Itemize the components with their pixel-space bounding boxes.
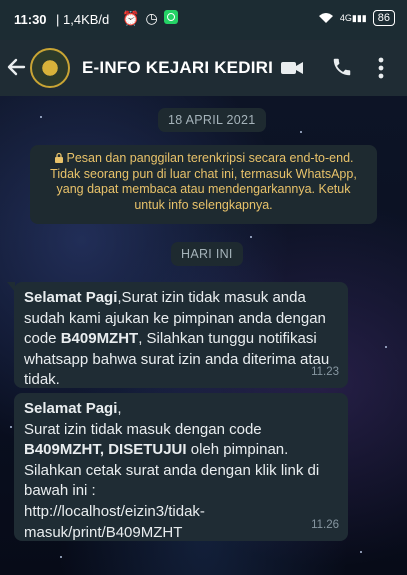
message-separator: , <box>99 441 109 459</box>
battery-level: 86 <box>377 12 390 24</box>
contact-name[interactable]: E-INFO KEJARI KEDIRI <box>82 58 273 78</box>
alarm-off-icon: ⏰ <box>122 10 140 26</box>
message-greeting: Selamat Pagi <box>24 289 118 306</box>
message-greeting: Selamat Pagi <box>24 400 118 417</box>
signal-icon: 4G▮▮▮ <box>339 12 367 23</box>
encryption-notice-text: Pesan dan panggilan terenkripsi secara e… <box>50 151 357 212</box>
whatsapp-notification-icon <box>163 10 178 24</box>
date-divider: 18 APRIL 2021 <box>158 108 266 132</box>
message-timestamp: 11.23 <box>311 366 339 379</box>
network-speed: | 1,4KB/d <box>56 12 110 27</box>
contact-avatar[interactable] <box>30 48 70 88</box>
bubble-tail <box>7 282 15 292</box>
today-divider: HARI INI <box>171 242 243 266</box>
voice-call-icon[interactable] <box>331 56 353 78</box>
status-time: 11:30 <box>14 12 47 27</box>
chat-header: E-INFO KEJARI KEDIRI <box>0 40 407 96</box>
encryption-notice[interactable]: Pesan dan panggilan terenkripsi secara e… <box>30 145 377 224</box>
message-text: Selamat Pagi,Surat izin tidak masuk anda… <box>24 288 338 391</box>
notification-icons: ⏰ ◷ <box>122 10 178 27</box>
more-options-icon[interactable] <box>376 56 386 80</box>
message-bubble[interactable]: Selamat Pagi, Surat izin tidak masuk den… <box>14 393 348 541</box>
status-bar: 11:30 | 1,4KB/d ⏰ ◷ 4G▮▮▮ 86 <box>0 0 407 40</box>
wifi-icon <box>318 13 333 23</box>
lock-icon <box>54 152 63 163</box>
back-arrow-icon[interactable] <box>6 54 28 80</box>
message-timestamp: 11.26 <box>311 519 339 532</box>
clock-icon: ◷ <box>145 10 158 26</box>
message-text: Selamat Pagi, Surat izin tidak masuk den… <box>24 399 338 543</box>
message-status: DISETUJUI <box>108 441 187 459</box>
status-right: 4G▮▮▮ 86 <box>318 10 395 26</box>
video-call-icon[interactable] <box>280 56 304 80</box>
message-code: B409MZHT <box>24 441 100 459</box>
message-bubble[interactable]: Selamat Pagi,Surat izin tidak masuk anda… <box>7 282 348 391</box>
message-code: B409MZHT <box>60 330 139 348</box>
battery-icon: 86 <box>372 10 395 26</box>
signal-label: 4G <box>339 12 352 23</box>
network-speed-value: 1,4KB/d <box>63 12 110 27</box>
